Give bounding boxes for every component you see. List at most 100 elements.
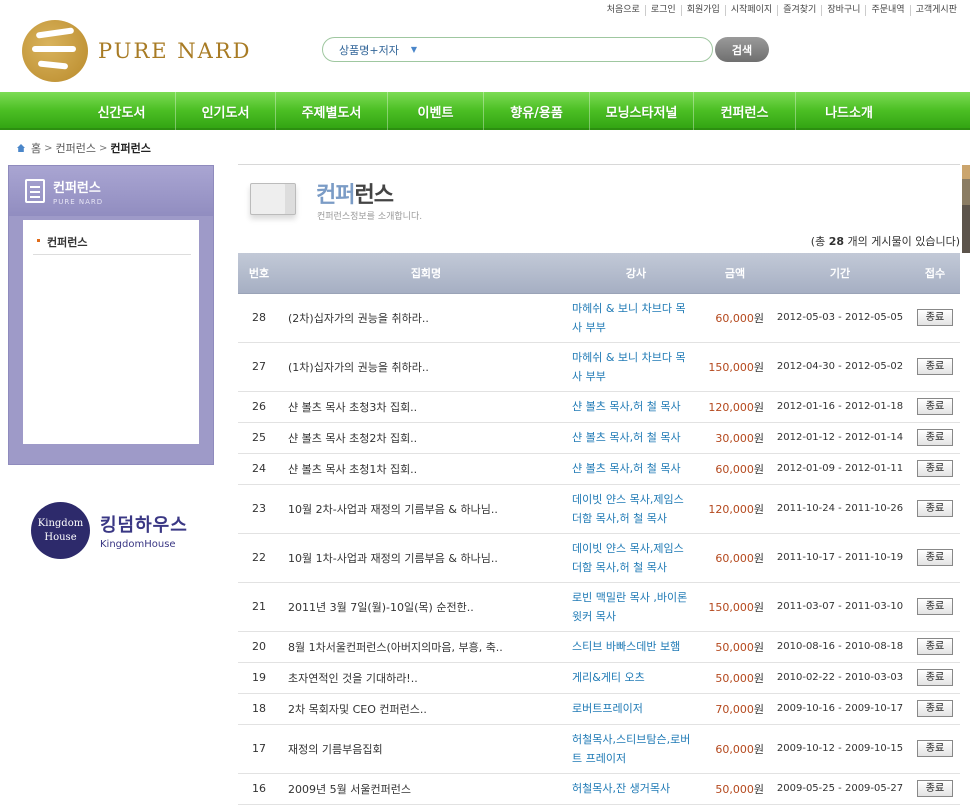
search-button[interactable]: 검색 [715,37,769,62]
row-conference-title-link[interactable]: 샨 볼츠 목사 초청2차 집회.. [280,422,572,454]
kingdom-house-banner[interactable]: Kingdom House 킹덤하우스 KingdomHouse [31,502,188,559]
row-conference-title-link[interactable]: (1차)십자가의 권능을 취하라.. [280,342,572,392]
top-nav-orders-link[interactable]: 주문내역 [865,5,909,16]
closed-status-button[interactable]: 종료 [917,638,953,655]
row-price: 60,000원 [700,453,770,485]
row-speaker: 샨 볼츠 목사,허 철 목사 [572,391,700,423]
site-logo[interactable]: PURE NARD [22,20,251,82]
row-status-cell: 종료 [910,773,960,805]
table-row[interactable]: 28 (2차)십자가의 권능을 취하라.. 마헤쉬 & 보니 차브다 목사 부부 60… [238,293,960,343]
table-row[interactable]: 22 10월 1차-사업과 재정의 기름부음 & 하나님.. 데이빗 얀스 목사,제… [238,533,960,583]
closed-status-button[interactable]: 종료 [917,598,953,615]
menu-item-ointment-goods[interactable]: 향유/용품 [484,92,590,130]
row-period: 2012-01-16 - 2012-01-18 [770,391,910,423]
row-conference-title-link[interactable]: 10월 2차-사업과 재정의 기름부음 & 하나님.. [280,484,572,534]
row-price: 50,000원 [700,773,770,805]
top-nav-board-link[interactable]: 고객게시판 [909,5,962,16]
top-nav-login-link[interactable]: 로그인 [644,5,681,16]
row-status-cell: 종료 [910,631,960,663]
table-row[interactable]: 26 샨 볼츠 목사 초청3차 집회.. 샨 볼츠 목사,허 철 목사 120,000… [238,391,960,423]
top-nav-bookmark-link[interactable]: 즐겨찾기 [777,5,821,16]
row-price-value: 30,000 [715,431,754,445]
edge-banner-thumbnail[interactable] [962,165,970,253]
top-nav-startpage-link[interactable]: 시작페이지 [724,5,777,16]
table-row[interactable]: 19 초자연적인 것을 기대하라!.. 게리&게티 오츠 50,000원 2010-02… [238,662,960,694]
row-conference-title-link[interactable]: 2009년 5월 서울컨퍼런스 [280,773,572,805]
closed-status-button[interactable]: 종료 [917,740,953,757]
row-conference-title-link[interactable]: 재정의 기름부음집회 [280,724,572,774]
menu-item-popular-books[interactable]: 인기도서 [176,92,276,130]
column-header-status: 접수 [910,253,960,294]
row-price-value: 120,000 [708,502,754,516]
row-conference-title-link[interactable]: 2011년 3월 7일(월)-10일(목) 순전한.. [280,582,572,632]
row-number: 27 [238,342,280,392]
menu-item-new-books[interactable]: 신간도서 [68,92,176,130]
table-row[interactable]: 17 재정의 기름부음집회 허철목사,스티브탐슨,로버트 프레이저 60,000원 20… [238,724,960,774]
table-row[interactable]: 18 2차 목회자및 CEO 컨퍼런스.. 로버트프레이저 70,000원 2009-1… [238,693,960,725]
row-period: 2012-01-09 - 2012-01-11 [770,453,910,485]
row-period: 2009-05-25 - 2009-05-27 [770,773,910,805]
row-price-value: 60,000 [715,551,754,565]
closed-status-button[interactable]: 종료 [917,700,953,717]
row-conference-title-link[interactable]: 초자연적인 것을 기대하라!.. [280,662,572,694]
row-number: 25 [238,422,280,454]
table-row[interactable]: 24 샨 볼츠 목사 초청1차 집회.. 샨 볼츠 목사,허 철 목사 60,000원… [238,453,960,485]
row-speaker: 데이빗 얀스 목사,제임스 더함 목사,허 철 목사 [572,484,700,534]
row-number: 17 [238,724,280,774]
sidebar-header: 컨퍼런스 PURE NARD [9,166,213,216]
row-price-unit: 원 [753,400,764,414]
closed-status-button[interactable]: 종료 [917,429,953,446]
row-conference-title-link[interactable]: 샨 볼츠 목사 초청1차 집회.. [280,453,572,485]
top-nav-join-link[interactable]: 회원가입 [680,5,725,16]
menu-item-conference[interactable]: 컨퍼런스 [694,92,796,130]
logo-emblem-icon [22,20,88,82]
row-status-cell: 종료 [910,484,960,534]
top-nav-cart-link[interactable]: 장바구니 [821,5,865,16]
menu-item-event[interactable]: 이벤트 [388,92,484,130]
row-conference-title-link[interactable]: 10월 1차-사업과 재정의 기름부음 & 하나님.. [280,533,572,583]
table-row[interactable]: 20 8월 1차서울컨퍼런스(아버지의마음, 부흥, 축.. 스티브 바빠스데반 보… [238,631,960,663]
closed-status-button[interactable]: 종료 [917,549,953,566]
sidebar-item-conference[interactable]: 컨퍼런스 [33,232,191,255]
row-price: 60,000원 [700,724,770,774]
row-number: 20 [238,631,280,663]
row-status-cell: 종료 [910,391,960,423]
row-status-cell: 종료 [910,662,960,694]
row-conference-title-link[interactable]: (2차)십자가의 권능을 취하라.. [280,293,572,343]
closed-status-button[interactable]: 종료 [917,669,953,686]
row-price-unit: 원 [753,431,764,445]
table-row[interactable]: 27 (1차)십자가의 권능을 취하라.. 마헤쉬 & 보니 차브다 목사 부부 15… [238,342,960,392]
table-row[interactable]: 16 2009년 5월 서울컨퍼런스 허철목사,잔 생거목사 50,000원 2009-… [238,773,960,805]
closed-status-button[interactable]: 종료 [917,398,953,415]
table-row[interactable]: 25 샨 볼츠 목사 초청2차 집회.. 샨 볼츠 목사,허 철 목사 30,000원… [238,422,960,454]
breadcrumb-separator-icon: > [99,142,108,154]
row-status-cell: 종료 [910,342,960,392]
row-number: 26 [238,391,280,423]
closed-status-button[interactable]: 종료 [917,460,953,477]
breadcrumb-section[interactable]: 컨퍼런스 [56,140,96,156]
table-row[interactable]: 21 2011년 3월 7일(월)-10일(목) 순전한.. 로빈 맥밀란 목사 ,… [238,582,960,632]
search-category-select[interactable]: 상품명+저자 ▼ [339,42,417,58]
closed-status-button[interactable]: 종료 [917,358,953,375]
breadcrumb-home[interactable]: 홈 [31,140,41,156]
menu-item-about-nard[interactable]: 나드소개 [796,92,902,130]
row-status-cell: 종료 [910,724,960,774]
column-header-number: 번호 [238,253,280,294]
row-number: 18 [238,693,280,725]
row-conference-title-link[interactable]: 샨 볼츠 목사 초청3차 집회.. [280,391,572,423]
search-box[interactable]: 상품명+저자 ▼ [322,37,713,62]
closed-status-button[interactable]: 종료 [917,309,953,326]
row-price-value: 150,000 [708,600,754,614]
menu-item-topic-books[interactable]: 주제별도서 [276,92,388,130]
top-nav-home-link[interactable]: 처음으로 [602,5,645,16]
row-speaker: 게리&게티 오츠 [572,662,700,694]
closed-status-button[interactable]: 종료 [917,500,953,517]
row-period: 2012-04-30 - 2012-05-02 [770,342,910,392]
row-conference-title-link[interactable]: 8월 1차서울컨퍼런스(아버지의마음, 부흥, 축.. [280,631,572,663]
menu-item-morningstar-journal[interactable]: 모닝스타저널 [590,92,694,130]
row-conference-title-link[interactable]: 2차 목회자및 CEO 컨퍼런스.. [280,693,572,725]
home-icon [17,144,25,152]
table-row[interactable]: 23 10월 2차-사업과 재정의 기름부음 & 하나님.. 데이빗 얀스 목사,제… [238,484,960,534]
closed-status-button[interactable]: 종료 [917,780,953,797]
row-price-value: 60,000 [715,311,754,325]
